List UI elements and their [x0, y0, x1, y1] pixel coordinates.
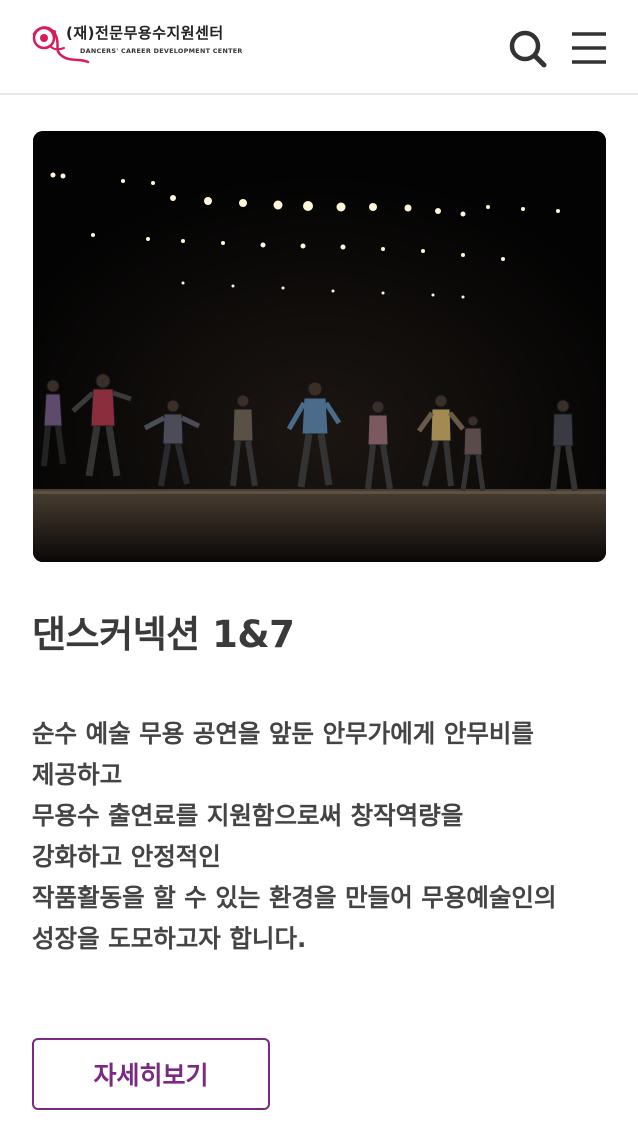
- description-line: 무용수 출연료를 지원함으로써 창작역량을: [32, 801, 464, 830]
- logo-english-text: DANCERS' CAREER DEVELOPMENT CENTER: [80, 47, 243, 55]
- stage-dance-photo: [33, 131, 606, 562]
- menu-button[interactable]: [568, 26, 612, 70]
- description-line: 순수 예술 무용 공연을 앞둔 안무가에게 안무비를: [32, 719, 534, 748]
- logo-korean-text: (재)전문무용수지원센터: [66, 24, 224, 42]
- site-header: (재)전문무용수지원센터 DANCERS' CAREER DEVELOPMENT…: [0, 0, 638, 95]
- description-line: 성장을 도모하고자 합니다.: [32, 924, 307, 953]
- logo[interactable]: (재)전문무용수지원센터 DANCERS' CAREER DEVELOPMENT…: [30, 20, 250, 72]
- hamburger-menu-icon: [572, 32, 606, 64]
- description-line: 작품활동을 할 수 있는 환경을 만들어 무용예술인의: [32, 883, 557, 912]
- hero-image: [33, 131, 606, 562]
- description: 순수 예술 무용 공연을 앞둔 안무가에게 안무비를 제공하고 무용수 출연료를…: [32, 713, 612, 959]
- search-icon: [509, 30, 547, 68]
- description-line: 제공하고: [32, 760, 123, 789]
- more-details-button[interactable]: 자세히보기: [32, 1038, 270, 1110]
- search-button[interactable]: [506, 26, 550, 70]
- description-line: 강화하고 안정적인: [32, 842, 221, 871]
- page-title: 댄스커넥션 1&7: [32, 613, 295, 656]
